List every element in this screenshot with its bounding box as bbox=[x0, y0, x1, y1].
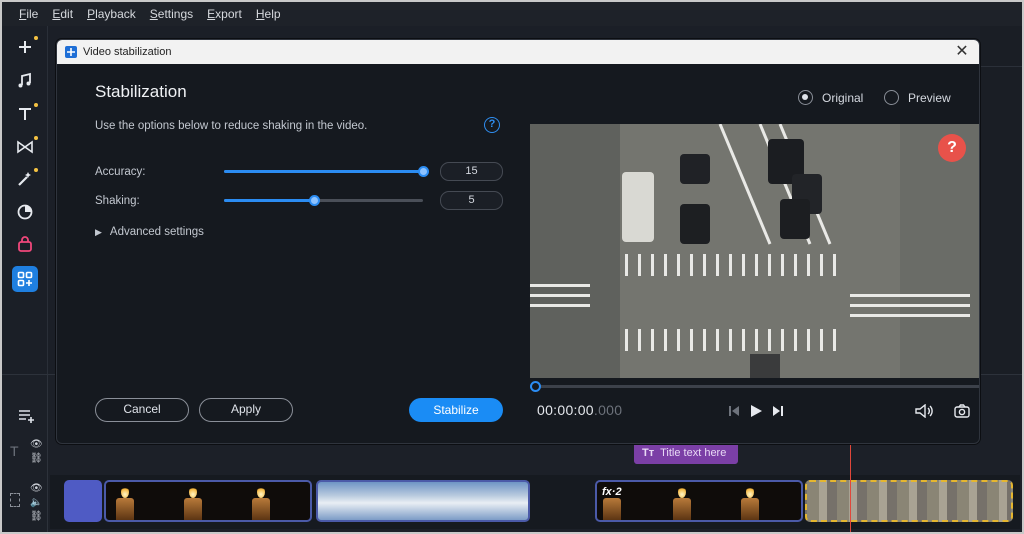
playback-progress-bar[interactable] bbox=[530, 381, 979, 392]
preview-radio-label: Preview bbox=[908, 90, 951, 105]
video-preview[interactable]: ? bbox=[530, 124, 979, 378]
video-stabilization-dialog: Video stabilization ✕ Stabilization Use … bbox=[56, 39, 980, 444]
unlink-icon[interactable]: ⛓ bbox=[30, 453, 43, 464]
app-window: File Edit Playback Settings Export Help bbox=[0, 0, 1024, 534]
close-button[interactable]: ✕ bbox=[953, 43, 971, 61]
menu-edit[interactable]: Edit bbox=[45, 2, 80, 26]
visibility-icon[interactable]: 👁 bbox=[30, 439, 43, 450]
preview-side-panel bbox=[980, 26, 1022, 374]
text-icon[interactable] bbox=[12, 101, 38, 127]
shaking-label: Shaking: bbox=[95, 195, 140, 207]
stickers-icon[interactable] bbox=[12, 232, 38, 258]
dialog-heading: Stabilization bbox=[95, 82, 187, 101]
timer-icon[interactable] bbox=[12, 199, 38, 225]
shaking-fill bbox=[224, 199, 314, 202]
timeline-clip-blue[interactable] bbox=[64, 480, 102, 522]
advanced-settings-label: Advanced settings bbox=[109, 226, 204, 238]
advanced-settings-toggle[interactable]: ▶ Advanced settings bbox=[95, 226, 204, 238]
timecode-main: 00:00:00 bbox=[537, 402, 594, 418]
track-controls: T 👁 ⛓ 👁 🔈 ⛓ bbox=[2, 375, 48, 532]
shaking-thumb[interactable] bbox=[308, 195, 320, 206]
accuracy-label: Accuracy: bbox=[95, 166, 146, 178]
mute-icon[interactable]: ⛓ bbox=[30, 511, 43, 522]
shaking-slider[interactable] bbox=[224, 195, 423, 206]
accuracy-input[interactable]: 15 bbox=[440, 162, 503, 181]
menu-bar: File Edit Playback Settings Export Help bbox=[2, 2, 1022, 26]
shaking-input[interactable]: 5 bbox=[440, 191, 503, 210]
timecode-ms: .000 bbox=[593, 402, 623, 418]
app-icon bbox=[65, 46, 77, 58]
accuracy-slider[interactable] bbox=[224, 166, 429, 177]
timeline-clip-candles-1[interactable] bbox=[104, 480, 312, 522]
help-icon[interactable]: ? bbox=[484, 117, 500, 133]
add-icon[interactable] bbox=[12, 34, 38, 60]
magic-icon[interactable] bbox=[12, 166, 38, 192]
progress-thumb[interactable] bbox=[530, 381, 541, 392]
preview-radio[interactable]: Preview bbox=[884, 90, 951, 105]
video-visibility-icon[interactable]: 👁 bbox=[30, 483, 43, 494]
speaker-icon[interactable]: 🔈 bbox=[30, 497, 42, 508]
music-icon[interactable] bbox=[12, 68, 38, 94]
apply-button[interactable]: Apply bbox=[199, 398, 293, 422]
playhead[interactable] bbox=[850, 442, 851, 532]
original-radio-label: Original bbox=[822, 90, 864, 105]
volume-icon[interactable] bbox=[915, 402, 933, 420]
stabilize-button[interactable]: Stabilize bbox=[409, 398, 503, 422]
dialog-titlebar: Video stabilization ✕ bbox=[57, 40, 979, 64]
fx-badge: fx·2 bbox=[602, 486, 622, 498]
transitions-icon[interactable] bbox=[12, 134, 38, 160]
menu-settings[interactable]: Settings bbox=[143, 2, 200, 26]
title-clip-label: Title text here bbox=[660, 447, 727, 459]
title-clip-icon: Tт bbox=[642, 447, 655, 459]
accuracy-fill bbox=[224, 170, 423, 173]
next-frame-icon[interactable] bbox=[769, 402, 787, 420]
street-scene-image bbox=[530, 124, 979, 378]
dialog-description: Use the options below to reduce shaking … bbox=[95, 120, 368, 132]
video-track-icon bbox=[10, 493, 20, 507]
accuracy-thumb[interactable] bbox=[418, 166, 429, 177]
previous-frame-icon[interactable] bbox=[725, 402, 743, 420]
menu-file[interactable]: File bbox=[12, 2, 45, 26]
cancel-button[interactable]: Cancel bbox=[95, 398, 189, 422]
preview-radio-circle bbox=[884, 90, 899, 105]
menu-help[interactable]: Help bbox=[249, 2, 288, 26]
original-radio[interactable]: Original bbox=[798, 90, 863, 105]
divider bbox=[980, 66, 1022, 67]
title-clip[interactable]: Tт Title text here bbox=[634, 442, 738, 464]
play-icon[interactable] bbox=[747, 402, 765, 420]
timeline-clip-candles-2[interactable] bbox=[595, 480, 803, 522]
left-toolbar bbox=[2, 26, 48, 374]
chevron-right-icon: ▶ bbox=[95, 226, 102, 237]
more-tools-icon[interactable] bbox=[12, 266, 38, 292]
add-track-icon[interactable] bbox=[18, 409, 36, 428]
dialog-title: Video stabilization bbox=[83, 46, 172, 58]
timeline-clip-city-selected[interactable] bbox=[805, 480, 1013, 522]
video-help-button[interactable]: ? bbox=[938, 134, 966, 162]
timeline-clip-clouds[interactable] bbox=[316, 480, 530, 522]
timecode: 00:00:00.000 bbox=[537, 402, 622, 418]
snapshot-icon[interactable] bbox=[953, 402, 971, 420]
menu-playback[interactable]: Playback bbox=[80, 2, 143, 26]
menu-export[interactable]: Export bbox=[200, 2, 249, 26]
title-track-icon: T bbox=[10, 443, 19, 459]
original-radio-circle bbox=[798, 90, 813, 105]
